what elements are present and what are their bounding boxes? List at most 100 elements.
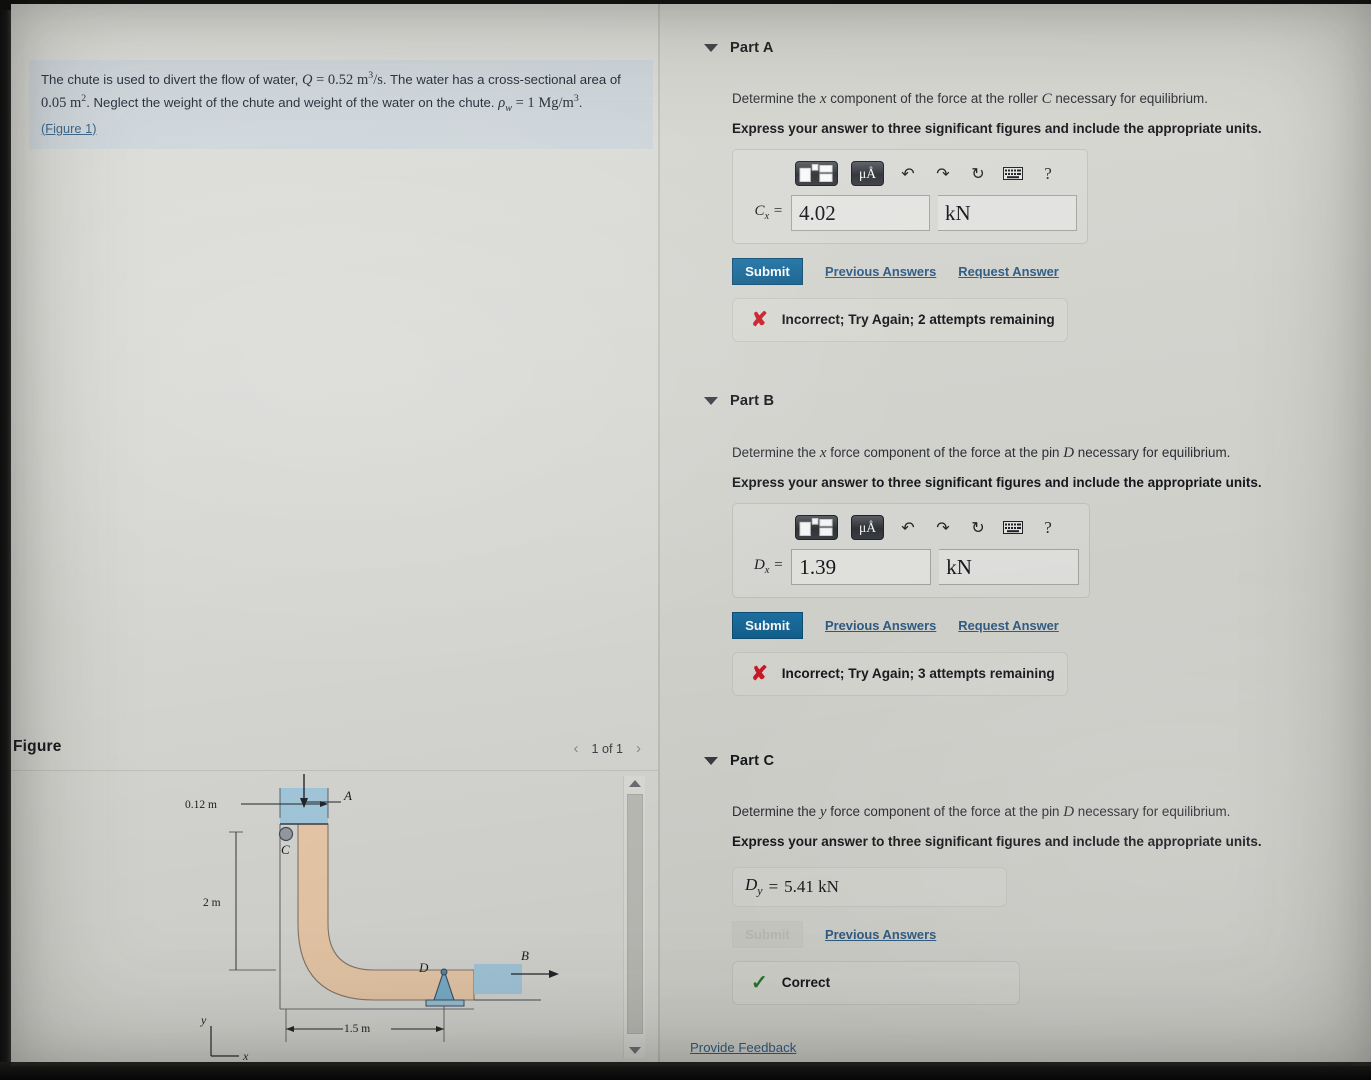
diagram-axis-x: x bbox=[242, 1049, 249, 1062]
problem-area-units: m2 bbox=[70, 93, 87, 112]
part-c-answer-variable: Dy bbox=[745, 875, 763, 898]
part-a-previous-answers-link[interactable]: Previous Answers bbox=[825, 264, 936, 279]
part-c-answer-display: Dy = 5.41 kN bbox=[732, 866, 1007, 907]
part-b-prompt: Determine the x force component of the f… bbox=[732, 445, 1231, 461]
part-c-submit-row: Submit Previous Answers bbox=[732, 920, 1371, 948]
problem-q-symbol: Q bbox=[301, 71, 313, 88]
problem-rho-symbol: ρw bbox=[498, 95, 512, 115]
monitor-bezel-left bbox=[0, 0, 11, 1080]
problem-text-1: The chute is used to divert the flow of … bbox=[41, 71, 299, 87]
diagram-dim-top: 0.12 m bbox=[185, 799, 217, 811]
problem-area-value: 0.05 bbox=[41, 95, 67, 112]
prompt-var-x: x bbox=[819, 91, 827, 107]
diagram-label-b: B bbox=[521, 948, 529, 963]
provide-feedback-link[interactable]: Provide Feedback bbox=[690, 1040, 796, 1055]
part-c-feedback-text: Correct bbox=[781, 975, 831, 991]
diagram-label-c: C bbox=[281, 842, 290, 857]
part-c-prompt: Determine the y force component of the f… bbox=[732, 804, 1231, 820]
part-b-previous-answers-link[interactable]: Previous Answers bbox=[825, 618, 936, 633]
redo-icon[interactable]: ↷ bbox=[932, 517, 954, 539]
problem-statement: The chute is used to divert the flow of … bbox=[29, 60, 653, 150]
part-b-answer-input[interactable]: 1.39 bbox=[791, 548, 932, 585]
part-c-label: Part C bbox=[730, 753, 775, 769]
part-c-answer-equals: = bbox=[768, 876, 779, 896]
diagram-dim-left: 2 m bbox=[203, 897, 221, 909]
units-icon[interactable]: μÅ bbox=[851, 161, 884, 187]
part-b-request-answer-link[interactable]: Request Answer bbox=[958, 618, 1059, 633]
part-b-units-input[interactable]: kN bbox=[939, 548, 1079, 585]
reset-icon[interactable]: ↻ bbox=[967, 163, 989, 185]
part-a-section: Part A Determine the x component of the … bbox=[660, 40, 1371, 342]
prompt-var-d: D bbox=[1063, 804, 1075, 820]
part-a-answer-input[interactable]: 4.02 bbox=[791, 194, 931, 231]
units-icon[interactable]: μÅ bbox=[851, 515, 884, 541]
collapse-caret-icon[interactable] bbox=[704, 397, 718, 405]
template-icon[interactable] bbox=[795, 515, 838, 541]
part-b-instruction: Express your answer to three significant… bbox=[732, 474, 1262, 490]
figure-pager: ‹ 1 of 1 › bbox=[573, 740, 641, 757]
part-c-feedback-banner: ✓ Correct bbox=[732, 960, 1020, 1005]
left-pane: The chute is used to divert the flow of … bbox=[11, 4, 659, 1066]
keyboard-icon[interactable] bbox=[1002, 517, 1024, 539]
diagram-axis-y: y bbox=[200, 1013, 207, 1027]
figure-title: Figure bbox=[13, 738, 62, 755]
undo-icon[interactable]: ↶ bbox=[897, 163, 919, 185]
part-c-header[interactable]: Part C bbox=[660, 753, 1371, 769]
diagram-label-d: D bbox=[418, 960, 429, 975]
prompt-var-x: x bbox=[819, 445, 827, 461]
part-b-section: Part B Determine the x force component o… bbox=[660, 393, 1371, 696]
monitor-bezel-bottom bbox=[0, 1062, 1371, 1080]
prompt-var-d: D bbox=[1063, 445, 1075, 461]
figure-prev-button[interactable]: ‹ bbox=[573, 740, 578, 757]
chute-diagram: A C B D 0.12 m 2 m 1.5 m y x bbox=[185, 774, 559, 1062]
collapse-caret-icon[interactable] bbox=[704, 44, 718, 52]
part-a-feedback-banner: ✘ Incorrect; Try Again; 2 attempts remai… bbox=[732, 297, 1068, 342]
cross-icon: ✘ bbox=[751, 662, 768, 685]
figure-1-link[interactable]: (Figure 1) bbox=[41, 119, 96, 139]
part-a-answer-row: Cx = 4.02 kN bbox=[743, 194, 1077, 231]
part-a-submit-button[interactable]: Submit bbox=[732, 257, 803, 285]
part-a-answer-variable: Cx = bbox=[754, 203, 784, 223]
part-a-answer-box: μÅ ↶ ↷ ↻ ? Cx = 4.02 kN bbox=[732, 148, 1088, 244]
collapse-caret-icon[interactable] bbox=[704, 757, 718, 765]
part-b-label: Part B bbox=[730, 393, 775, 409]
screen-content: The chute is used to divert the flow of … bbox=[11, 4, 1371, 1066]
part-a-header[interactable]: Part A bbox=[660, 40, 1371, 56]
problem-rho-value: = 1 bbox=[515, 95, 535, 112]
part-b-answer-box: μÅ ↶ ↷ ↻ ? Dx = 1.39 kN bbox=[732, 502, 1090, 598]
part-b-answer-variable: Dx = bbox=[753, 557, 784, 577]
part-c-answer-value: 5.41 kN bbox=[784, 876, 839, 896]
part-b-submit-row: Submit Previous Answers Request Answer bbox=[732, 611, 1371, 639]
part-b-submit-button[interactable]: Submit bbox=[732, 611, 803, 639]
part-b-header[interactable]: Part B bbox=[660, 393, 1371, 409]
problem-q-units: m3/s bbox=[356, 70, 383, 88]
part-a-request-answer-link[interactable]: Request Answer bbox=[958, 264, 1059, 279]
problem-q-value: = 0.52 bbox=[316, 71, 354, 88]
template-icon[interactable] bbox=[795, 161, 838, 187]
reset-icon[interactable]: ↻ bbox=[967, 517, 989, 539]
prompt-var-c: C bbox=[1041, 91, 1052, 107]
part-a-units-input[interactable]: kN bbox=[938, 194, 1077, 231]
scrollbar-thumb[interactable] bbox=[627, 794, 643, 1034]
part-b-answer-row: Dx = 1.39 kN bbox=[743, 548, 1079, 585]
problem-rho-units: Mg/m3 bbox=[538, 93, 579, 112]
part-c-section: Part C Determine the y force component o… bbox=[660, 753, 1371, 1005]
part-a-submit-row: Submit Previous Answers Request Answer bbox=[732, 257, 1371, 285]
help-icon[interactable]: ? bbox=[1037, 517, 1059, 539]
part-a-toolbar: μÅ ↶ ↷ ↻ ? bbox=[743, 159, 1077, 189]
scroll-down-arrow-icon[interactable] bbox=[629, 1047, 641, 1054]
right-pane: Part A Determine the x component of the … bbox=[660, 4, 1371, 1066]
undo-icon[interactable]: ↶ bbox=[897, 517, 919, 539]
part-b-toolbar: μÅ ↶ ↷ ↻ ? bbox=[743, 513, 1079, 543]
figure-next-button[interactable]: › bbox=[636, 740, 641, 757]
keyboard-icon[interactable] bbox=[1002, 163, 1024, 185]
part-a-feedback-text: Incorrect; Try Again; 2 attempts remaini… bbox=[781, 312, 1055, 328]
redo-icon[interactable]: ↷ bbox=[932, 163, 954, 185]
problem-period: . bbox=[578, 95, 583, 111]
prompt-var-y: y bbox=[819, 804, 827, 820]
scroll-up-arrow-icon[interactable] bbox=[629, 780, 641, 787]
figure-scrollbar[interactable] bbox=[623, 776, 645, 1058]
part-c-previous-answers-link[interactable]: Previous Answers bbox=[825, 927, 936, 942]
help-icon[interactable]: ? bbox=[1037, 163, 1059, 185]
diagram-dim-bottom: 1.5 m bbox=[344, 1023, 370, 1035]
